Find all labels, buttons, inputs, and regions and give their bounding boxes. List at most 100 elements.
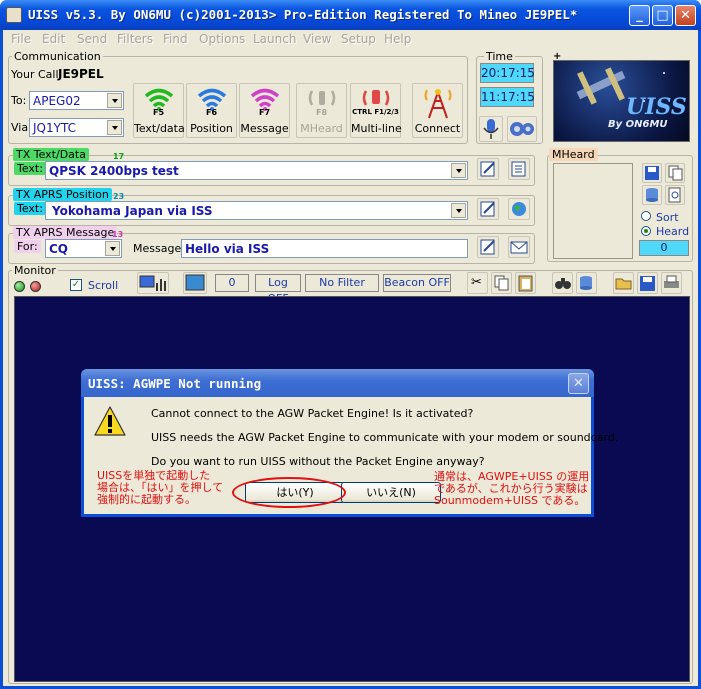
copy-icon: [668, 165, 683, 181]
menu-options[interactable]: Options: [199, 32, 245, 46]
screen-icon: [185, 274, 205, 291]
edit-icon: [480, 201, 495, 217]
dialog-title: UISS: AGWPE Not running: [88, 376, 262, 391]
menu-setup[interactable]: Setup: [341, 32, 376, 46]
monitor-settings-button[interactable]: [137, 272, 169, 294]
dialog-close-button[interactable]: ✕: [568, 373, 589, 394]
multi-line-button[interactable]: CTRL F1/2/3 Multi-line: [350, 83, 402, 138]
tx-position-combo[interactable]: Yokohama Japan via ISS: [45, 201, 468, 220]
dialog-line-1: Cannot connect to the AGW Packet Engine!…: [151, 407, 474, 420]
maximize-button[interactable]: □: [652, 5, 673, 26]
scroll-label: Scroll: [88, 279, 119, 292]
tx-text-combo[interactable]: QPSK 2400bps test: [45, 161, 468, 180]
tx-text-field-label: Text:: [14, 162, 46, 175]
envelope-icon: [510, 241, 528, 254]
mheard-list[interactable]: [553, 163, 633, 259]
beacon-toggle[interactable]: Beacon OFF: [383, 274, 451, 292]
heard-radio[interactable]: [641, 226, 651, 236]
tower-icon: [424, 89, 452, 119]
log-toggle[interactable]: Log OFF: [255, 274, 301, 305]
for-combo[interactable]: CQ: [45, 239, 122, 258]
save-button[interactable]: [637, 272, 658, 294]
sort-label: Sort: [656, 211, 679, 224]
green-led-icon: [14, 281, 25, 292]
note-right-line-3: Sounmodem+UISS である。: [434, 494, 586, 507]
logo-text: UISS: [626, 94, 687, 120]
sound-button[interactable]: [507, 116, 537, 142]
tx-text-value: QPSK 2400bps test: [49, 164, 179, 178]
menu-launch[interactable]: Launch: [253, 32, 296, 46]
connect-button[interactable]: Connect: [412, 83, 463, 138]
communication-label: Communication: [12, 50, 103, 63]
copy-button[interactable]: [491, 272, 512, 294]
window-title: UISS v5.3. By ON6MU (c)2001-2013> Pro-Ed…: [28, 7, 578, 22]
to-value: APEG02: [33, 94, 81, 108]
connect-label: Connect: [414, 122, 461, 135]
clipboard-icon: [518, 275, 533, 292]
monitor-bars-icon: [139, 275, 166, 291]
multi-antenna-icon: [362, 90, 390, 106]
mheard-db-button[interactable]: [642, 185, 662, 205]
speaker-icon: [510, 122, 534, 136]
to-label: To:: [11, 94, 27, 107]
mheard-copy-button[interactable]: [665, 163, 685, 183]
text-data-button[interactable]: F5 Text/data: [133, 83, 185, 138]
no-button[interactable]: いいえ(N): [341, 482, 441, 503]
copy-icon: [494, 275, 509, 291]
chevron-down-icon[interactable]: [105, 241, 120, 256]
print-button[interactable]: [661, 272, 682, 294]
mheard-find-button[interactable]: [665, 185, 685, 205]
chevron-down-icon[interactable]: [451, 203, 466, 218]
microphone-button[interactable]: [479, 116, 503, 142]
position-button[interactable]: F6 Position: [186, 83, 237, 138]
paste-button[interactable]: [515, 272, 536, 294]
sort-radio[interactable]: [641, 211, 651, 221]
f8-key: F8: [315, 108, 328, 117]
menu-filters[interactable]: Filters: [117, 32, 153, 46]
minimize-button[interactable]: _: [629, 5, 650, 26]
message-value: Hello via ISS: [185, 242, 270, 256]
text-list-button[interactable]: [508, 158, 530, 180]
list-icon: [511, 161, 526, 177]
scroll-checkbox[interactable]: ✓: [70, 279, 82, 291]
db-button[interactable]: [576, 272, 597, 294]
chevron-down-icon[interactable]: [107, 93, 122, 108]
database-icon: [580, 276, 592, 290]
binoculars-icon: [555, 278, 571, 289]
close-button[interactable]: ✕: [675, 5, 696, 26]
chevron-down-icon[interactable]: [107, 120, 122, 135]
edit-text-button[interactable]: [477, 158, 499, 180]
chevron-down-icon[interactable]: [451, 163, 466, 178]
menu-find[interactable]: Find: [163, 32, 188, 46]
menu-edit[interactable]: Edit: [42, 32, 65, 46]
dialog-line-3: Do you want to run UISS without the Pack…: [151, 455, 485, 468]
edit-position-button[interactable]: [477, 198, 499, 220]
time-label: Time: [484, 50, 515, 63]
edit-message-button[interactable]: [477, 236, 499, 258]
filter-toggle[interactable]: No Filter: [305, 274, 379, 292]
for-label: For:: [14, 240, 41, 253]
message-button[interactable]: F7 Message: [239, 83, 290, 138]
menu-help[interactable]: Help: [384, 32, 411, 46]
mheard-save-button[interactable]: [642, 163, 662, 183]
menu-view[interactable]: View: [303, 32, 331, 46]
mheard-button[interactable]: F8 MHeard: [296, 83, 347, 138]
via-combo[interactable]: JQ1YTC: [29, 118, 124, 137]
message-input[interactable]: Hello via ISS: [181, 239, 468, 258]
to-combo[interactable]: APEG02: [29, 91, 124, 110]
menu-file[interactable]: File: [11, 32, 31, 46]
cut-button[interactable]: ✂: [467, 272, 488, 294]
local-time: 11:17:15: [480, 87, 535, 107]
globe-button[interactable]: [508, 198, 530, 220]
mail-button[interactable]: [508, 236, 530, 258]
utc-time: 20:17:15: [480, 63, 535, 83]
tx-position-count: 23: [113, 192, 125, 201]
open-folder-button[interactable]: [613, 272, 634, 294]
tx-message-label: TX APRS Message: [13, 226, 118, 239]
find-button[interactable]: [552, 272, 573, 294]
mheard-button-label: MHeard: [300, 122, 343, 135]
screen-button[interactable]: [183, 272, 207, 294]
database-icon: [646, 188, 658, 202]
app-icon[interactable]: [6, 7, 22, 23]
menu-send[interactable]: Send: [77, 32, 107, 46]
